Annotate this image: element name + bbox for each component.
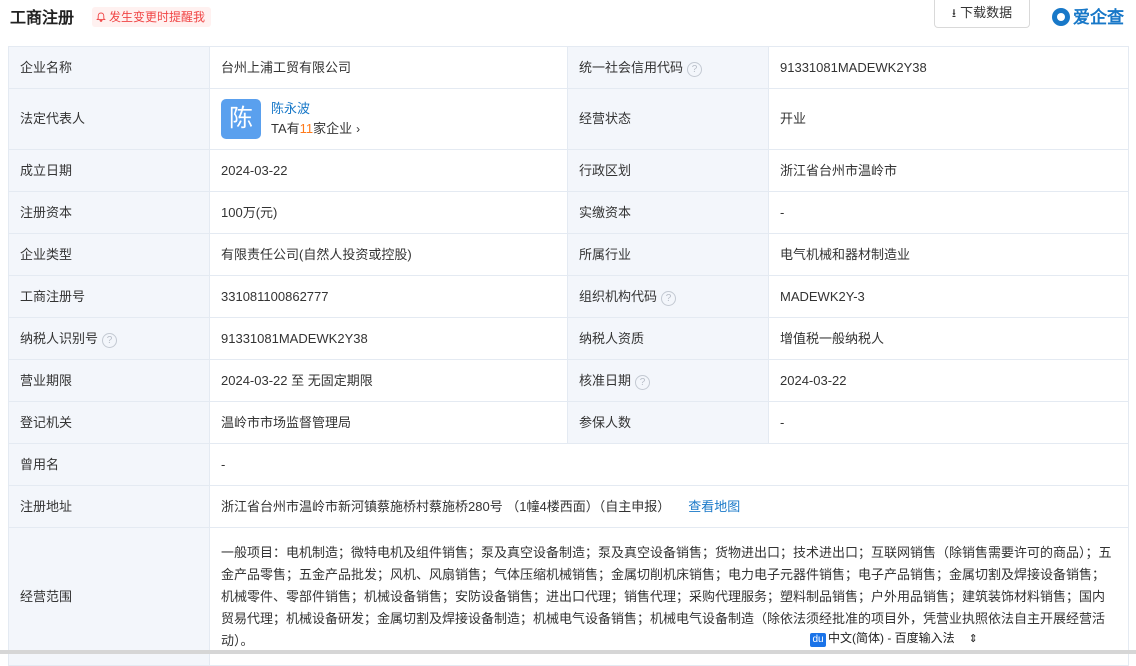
label-insured-count: 参保人数 xyxy=(567,401,769,444)
value-registration-authority: 温岭市市场监督管理局 xyxy=(209,401,568,444)
value-industry: 电气机械和器材制造业 xyxy=(768,233,1129,276)
value-legal-rep: 陈 陈永波 TA有11家企业 › xyxy=(209,88,568,150)
label-taxpayer-qualification: 纳税人资质 xyxy=(567,317,769,360)
label-paid-capital: 实缴资本 xyxy=(567,191,769,234)
change-remind-button[interactable]: 发生变更时提醒我 xyxy=(92,7,212,27)
table-row: 注册地址 浙江省台州市温岭市新河镇蔡施桥村蔡施桥280号 （1幢4楼西面）（自主… xyxy=(8,485,1129,528)
table-row: 工商注册号 331081100862777 组织机构代码? MADEWK2Y-3 xyxy=(8,275,1129,318)
download-icon: ⭳ xyxy=(951,6,957,20)
table-row: 注册资本 100万(元) 实缴资本 - xyxy=(8,191,1129,234)
baidu-ime-icon: du xyxy=(810,633,826,647)
label-founded-date: 成立日期 xyxy=(8,149,210,192)
label-taxpayer-id-text: 纳税人识别号 xyxy=(20,330,99,346)
label-credit-code: 统一社会信用代码? xyxy=(567,46,769,89)
label-legal-rep: 法定代表人 xyxy=(8,88,210,150)
value-reg-number: 331081100862777 xyxy=(209,275,568,318)
value-insured-count: - xyxy=(768,401,1129,444)
brand-logo[interactable]: 爱企查 xyxy=(1052,3,1124,28)
window-bottom-edge xyxy=(0,650,1136,654)
brand-name: 爱企查 xyxy=(1073,8,1124,27)
business-registration-table: 企业名称 台州上浦工贸有限公司 统一社会信用代码? 91331081MADEWK… xyxy=(8,46,1129,666)
ta-count: 11 xyxy=(299,121,314,136)
value-approval-date: 2024-03-22 xyxy=(768,359,1129,402)
label-business-scope: 经营范围 xyxy=(8,527,210,666)
label-approval-date: 核准日期? xyxy=(567,359,769,402)
value-taxpayer-qualification: 增值税一般纳税人 xyxy=(768,317,1129,360)
top-bar: 工商注册 发生变更时提醒我 ⭳ 下载数据 爱企查 xyxy=(0,0,1136,40)
label-former-name: 曾用名 xyxy=(8,443,210,486)
value-former-name: - xyxy=(209,443,1129,486)
download-data-button[interactable]: ⭳ 下载数据 xyxy=(934,0,1030,28)
help-icon[interactable]: ? xyxy=(687,61,703,77)
ta-prefix: TA有 xyxy=(271,121,300,136)
label-business-term: 营业期限 xyxy=(8,359,210,402)
table-row: 营业期限 2024-03-22 至 无固定期限 核准日期? 2024-03-22 xyxy=(8,359,1129,402)
table-row: 法定代表人 陈 陈永波 TA有11家企业 › 经营状态 开业 xyxy=(8,88,1129,150)
value-org-code: MADEWK2Y-3 xyxy=(768,275,1129,318)
view-map-link[interactable]: 查看地图 xyxy=(688,499,740,514)
table-row: 纳税人识别号? 91331081MADEWK2Y38 纳税人资质 增值税一般纳税… xyxy=(8,317,1129,360)
legal-rep-name-link[interactable]: 陈永波 xyxy=(271,101,310,116)
label-company-type: 企业类型 xyxy=(8,233,210,276)
label-region: 行政区划 xyxy=(567,149,769,192)
value-registered-capital: 100万(元) xyxy=(209,191,568,234)
table-row: 成立日期 2024-03-22 行政区划 浙江省台州市温岭市 xyxy=(8,149,1129,192)
label-taxpayer-id: 纳税人识别号? xyxy=(8,317,210,360)
value-status: 开业 xyxy=(768,88,1129,150)
help-icon[interactable]: ? xyxy=(102,332,118,348)
table-row: 登记机关 温岭市市场监督管理局 参保人数 - xyxy=(8,401,1129,444)
section-title: 工商注册 xyxy=(10,10,75,27)
download-label: 下载数据 xyxy=(960,5,1013,20)
table-row: 曾用名 - xyxy=(8,443,1129,486)
address-text: 浙江省台州市温岭市新河镇蔡施桥村蔡施桥280号 （1幢4楼西面）（自主申报） xyxy=(221,498,671,514)
table-row: 企业类型 有限责任公司(自然人投资或控股) 所属行业 电气机械和器材制造业 xyxy=(8,233,1129,276)
value-registered-address: 浙江省台州市温岭市新河镇蔡施桥村蔡施桥280号 （1幢4楼西面）（自主申报） 查看… xyxy=(209,485,1129,528)
ime-indicator[interactable]: du 中文(简体) - 百度输入法 ⇕ xyxy=(810,628,1010,648)
label-registration-authority: 登记机关 xyxy=(8,401,210,444)
label-status: 经营状态 xyxy=(567,88,769,150)
value-founded-date: 2024-03-22 xyxy=(209,149,568,192)
ime-label: 中文(简体) - 百度输入法 xyxy=(828,631,955,645)
label-approval-date-text: 核准日期 xyxy=(579,372,632,388)
value-company-type: 有限责任公司(自然人投资或控股) xyxy=(209,233,568,276)
ta-suffix: 家企业 xyxy=(313,121,353,136)
value-company-name: 台州上浦工贸有限公司 xyxy=(209,46,568,89)
help-icon[interactable]: ? xyxy=(661,290,677,306)
label-registered-address: 注册地址 xyxy=(8,485,210,528)
value-region: 浙江省台州市温岭市 xyxy=(768,149,1129,192)
label-org-code: 组织机构代码? xyxy=(567,275,769,318)
bell-icon xyxy=(96,12,106,22)
change-remind-label: 发生变更时提醒我 xyxy=(109,10,206,24)
label-registered-capital: 注册资本 xyxy=(8,191,210,234)
related-companies-link[interactable]: TA有11家企业 › xyxy=(271,119,360,139)
aiqicha-logo-icon xyxy=(1052,8,1070,26)
avatar[interactable]: 陈 xyxy=(221,99,261,139)
help-icon[interactable]: ? xyxy=(635,374,651,390)
label-industry: 所属行业 xyxy=(567,233,769,276)
label-reg-number: 工商注册号 xyxy=(8,275,210,318)
value-paid-capital: - xyxy=(768,191,1129,234)
value-credit-code: 91331081MADEWK2Y38 xyxy=(768,46,1129,89)
value-taxpayer-id: 91331081MADEWK2Y38 xyxy=(209,317,568,360)
label-credit-code-text: 统一社会信用代码 xyxy=(579,59,684,75)
table-row: 企业名称 台州上浦工贸有限公司 统一社会信用代码? 91331081MADEWK… xyxy=(8,46,1129,89)
label-org-code-text: 组织机构代码 xyxy=(579,288,658,304)
ime-arrows-icon: ⇕ xyxy=(968,633,978,645)
chevron-right-icon: › xyxy=(356,122,361,136)
label-company-name: 企业名称 xyxy=(8,46,210,89)
value-business-term: 2024-03-22 至 无固定期限 xyxy=(209,359,568,402)
